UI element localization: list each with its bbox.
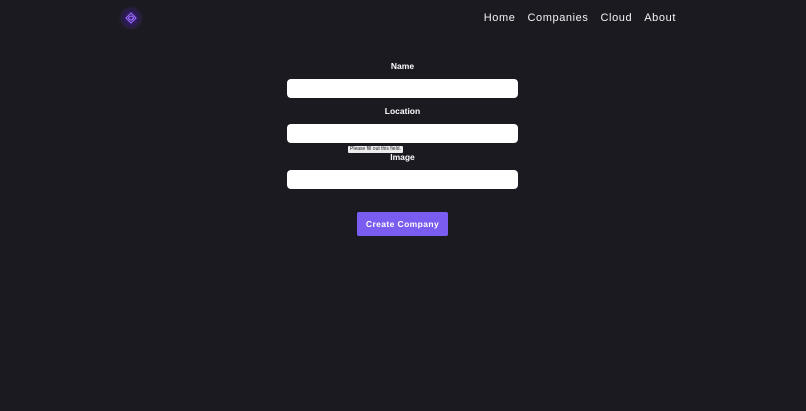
create-company-button[interactable]: Create Company — [357, 212, 448, 236]
validation-tooltip: Please fill out this field. — [348, 146, 403, 153]
page: Home Companies Cloud About Name Location… — [0, 0, 806, 411]
name-label: Name — [390, 61, 415, 71]
nav-link-home[interactable]: Home — [484, 12, 516, 25]
main-nav: Home Companies Cloud About — [484, 12, 676, 25]
name-input[interactable] — [287, 79, 518, 98]
nav-link-about[interactable]: About — [644, 12, 676, 25]
location-input[interactable] — [287, 124, 518, 143]
nav-link-companies[interactable]: Companies — [527, 12, 588, 25]
swirl-logo-icon[interactable] — [122, 9, 140, 27]
create-company-form: Name Location Image — [287, 60, 518, 189]
location-label: Location — [384, 106, 421, 116]
image-input[interactable] — [287, 170, 518, 189]
nav-link-cloud[interactable]: Cloud — [601, 12, 633, 25]
